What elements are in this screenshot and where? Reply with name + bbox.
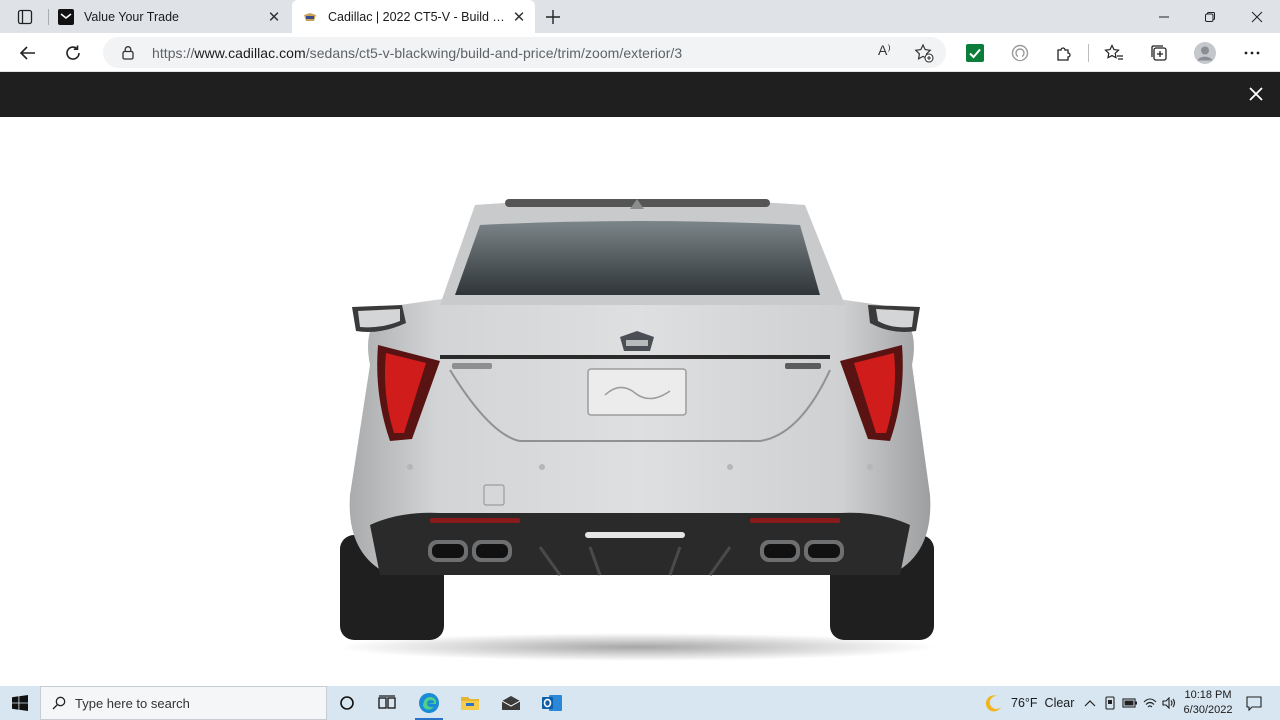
tab-close-icon[interactable]: ✕ bbox=[262, 5, 286, 29]
restore-button[interactable] bbox=[1187, 0, 1233, 33]
network-tray-button[interactable] bbox=[1140, 686, 1160, 720]
task-view-icon bbox=[378, 695, 396, 709]
moon-icon bbox=[985, 695, 1001, 712]
new-tab-button[interactable] bbox=[540, 4, 566, 30]
image-viewer-content bbox=[0, 117, 1280, 686]
url-path: /sedans/ct5-v-blackwing/build-and-price/… bbox=[305, 45, 683, 61]
taskbar-clock[interactable]: 10:18 PM 6/30/2022 bbox=[1178, 688, 1238, 718]
read-aloud-button[interactable]: A⁾ bbox=[878, 42, 891, 59]
more-dots-icon bbox=[1244, 51, 1260, 55]
speaker-icon bbox=[1162, 697, 1176, 709]
search-icon bbox=[52, 696, 66, 710]
battery-tray-button[interactable] bbox=[1120, 686, 1140, 720]
url-host: www.cadillac.com bbox=[194, 45, 306, 61]
refresh-button[interactable] bbox=[57, 37, 89, 69]
avatar-icon bbox=[1194, 42, 1216, 64]
extension-circle-icon bbox=[1011, 44, 1029, 62]
envelope-favicon-icon bbox=[58, 8, 74, 25]
favorites-button[interactable] bbox=[1098, 37, 1130, 69]
weather-widget[interactable]: 76°F Clear bbox=[985, 686, 1074, 720]
outlook-button[interactable] bbox=[532, 689, 572, 717]
browser-navbar: https://www.cadillac.com/sedans/ct5-v-bl… bbox=[0, 33, 1280, 72]
search-placeholder: Type here to search bbox=[75, 695, 190, 711]
close-icon bbox=[1251, 11, 1263, 22]
tab-actions-icon bbox=[17, 9, 33, 25]
extensions-button[interactable] bbox=[1048, 37, 1080, 69]
add-favorite-icon[interactable] bbox=[914, 43, 934, 63]
collections-button[interactable] bbox=[1143, 37, 1175, 69]
url-text[interactable]: https://www.cadillac.com/sedans/ct5-v-bl… bbox=[152, 45, 682, 61]
battery-icon bbox=[1122, 698, 1137, 708]
image-viewer-header bbox=[0, 72, 1280, 117]
puzzle-icon bbox=[1057, 47, 1071, 61]
back-button[interactable] bbox=[12, 37, 44, 69]
minimize-icon bbox=[1159, 16, 1169, 17]
restore-icon bbox=[1205, 11, 1215, 22]
weather-condition: Clear bbox=[1044, 696, 1075, 710]
back-arrow-icon bbox=[19, 46, 35, 60]
green-checkmark-icon bbox=[966, 44, 984, 62]
close-icon bbox=[1249, 87, 1263, 101]
clock-date: 6/30/2022 bbox=[1183, 704, 1233, 716]
notification-icon bbox=[1246, 695, 1262, 711]
weather-temp: 76°F bbox=[1011, 696, 1038, 710]
settings-menu-button[interactable] bbox=[1236, 37, 1268, 69]
toolbar-separator bbox=[1088, 44, 1089, 62]
close-viewer-button[interactable] bbox=[1244, 82, 1268, 106]
tab-actions-button[interactable] bbox=[10, 6, 40, 28]
car-rear-image bbox=[337, 199, 937, 661]
windows-logo-icon bbox=[12, 695, 28, 711]
cadillac-crest-favicon-icon bbox=[304, 12, 316, 21]
extension-circle-button[interactable] bbox=[1004, 37, 1036, 69]
start-button[interactable] bbox=[0, 686, 40, 720]
lock-icon[interactable] bbox=[121, 45, 135, 60]
wifi-icon bbox=[1143, 698, 1157, 708]
mail-envelope-icon bbox=[501, 696, 521, 710]
outlook-icon bbox=[542, 695, 562, 711]
cortana-button[interactable] bbox=[327, 689, 367, 717]
windows-taskbar: Type here to search 76°F Clear 10:18 PM … bbox=[0, 686, 1280, 720]
collections-icon bbox=[1151, 45, 1167, 61]
edge-icon bbox=[419, 693, 439, 713]
taskbar-search-box[interactable]: Type here to search bbox=[40, 686, 327, 720]
minimize-button[interactable] bbox=[1141, 0, 1187, 33]
task-view-button[interactable] bbox=[367, 689, 407, 717]
browser-titlebar: Value Your Trade ✕ Cadillac | 2022 CT5-V… bbox=[0, 0, 1280, 33]
cortana-circle-icon bbox=[340, 696, 354, 710]
show-hidden-icons-button[interactable] bbox=[1080, 686, 1100, 720]
tab-title: Cadillac | 2022 CT5-V - Build Your bbox=[328, 9, 507, 24]
extension-checkmark-button[interactable] bbox=[959, 37, 991, 69]
chevron-up-icon bbox=[1084, 700, 1096, 707]
url-prefix: https:// bbox=[152, 45, 195, 61]
volume-tray-button[interactable] bbox=[1159, 686, 1179, 720]
tab-value-your-trade[interactable]: Value Your Trade ✕ bbox=[48, 0, 290, 33]
folder-icon bbox=[461, 697, 479, 710]
tab-title: Value Your Trade bbox=[84, 9, 179, 24]
notification-center-button[interactable] bbox=[1242, 686, 1266, 720]
refresh-icon bbox=[66, 45, 80, 60]
tab-cadillac-build[interactable]: Cadillac | 2022 CT5-V - Build Your ✕ bbox=[292, 0, 535, 33]
clock-time: 10:18 PM bbox=[1184, 689, 1232, 701]
mail-button[interactable] bbox=[491, 689, 531, 717]
profile-button[interactable] bbox=[1189, 37, 1221, 69]
edge-taskbar-button[interactable] bbox=[409, 689, 449, 720]
file-explorer-button[interactable] bbox=[450, 689, 490, 717]
close-window-button[interactable] bbox=[1234, 0, 1280, 33]
meet-now-tray-button[interactable] bbox=[1100, 686, 1120, 720]
tab-close-icon[interactable]: ✕ bbox=[507, 5, 531, 29]
device-icon bbox=[1105, 696, 1115, 710]
favorites-star-list-icon bbox=[1104, 44, 1123, 60]
address-bar[interactable]: https://www.cadillac.com/sedans/ct5-v-bl… bbox=[103, 37, 946, 68]
plus-icon bbox=[546, 10, 560, 24]
